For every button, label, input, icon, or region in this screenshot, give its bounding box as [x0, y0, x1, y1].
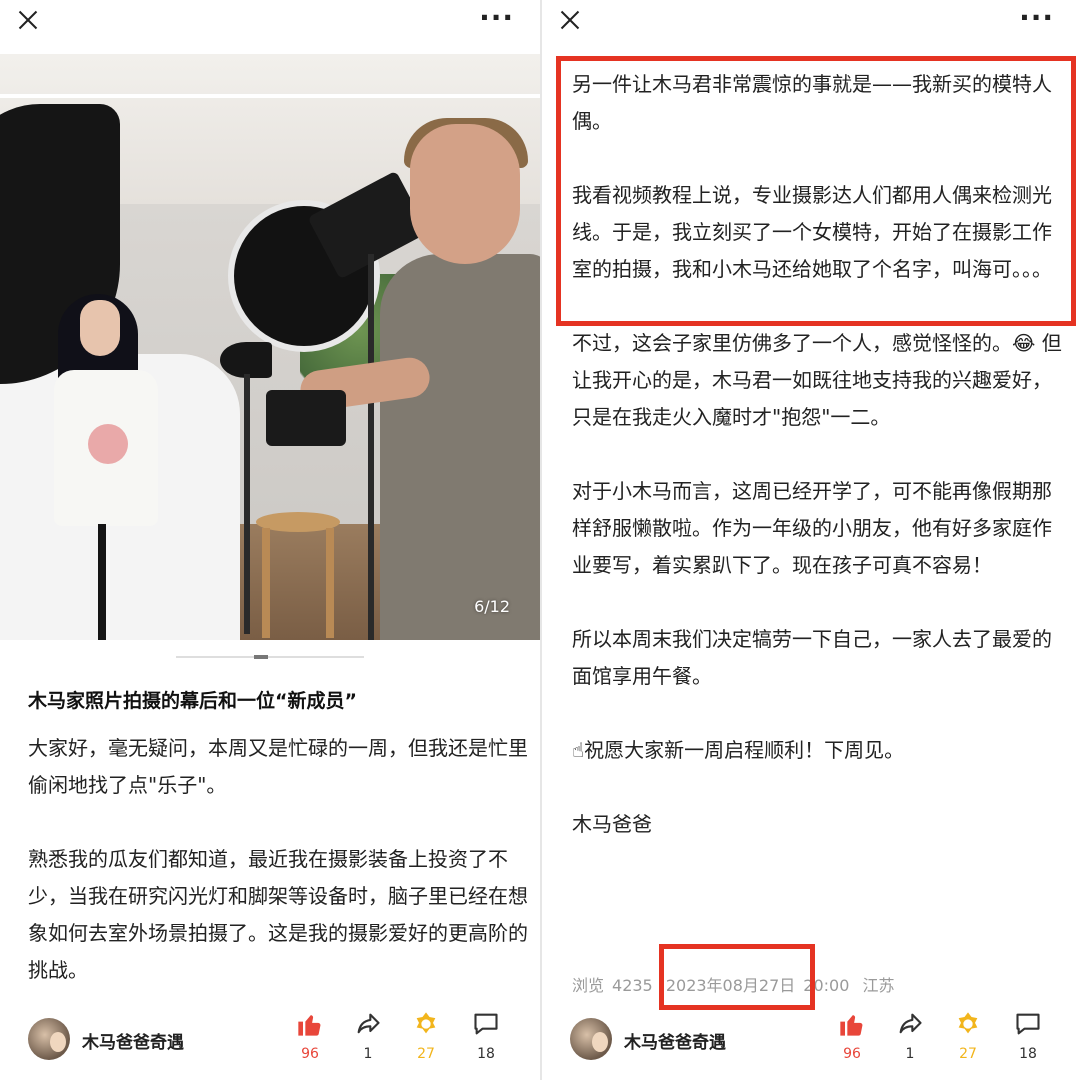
- article-title: 木马家照片拍摄的幕后和一位“新成员”: [28, 690, 357, 712]
- avatar[interactable]: [570, 1018, 612, 1060]
- paragraph: 对于小木马而言，这周已经开学了，可不能再像假期那样舒服懒散啦。作为一年级的小朋友…: [572, 479, 1052, 577]
- left-panel: ··· 6/12 木马家照片拍摄的幕后和一位“新成员” 大家好，毫无疑问，本周又…: [0, 0, 540, 1080]
- share-count: 1: [905, 1046, 915, 1062]
- thumb-up-icon: [832, 1010, 872, 1042]
- right-panel: ··· 另一件让木马君非常震惊的事就是——我新买的模特人偶。 我看视频教程上说，…: [540, 0, 1080, 1080]
- paragraph: 另一件让木马君非常震惊的事就是——我新买的模特人偶。: [572, 72, 1052, 133]
- paragraph: 大家好，毫无疑问，本周又是忙碌的一周，但我还是忙里偷闲地找了点"乐子"。: [28, 736, 528, 797]
- publish-date: 2023年08月27日: [665, 976, 796, 995]
- close-icon[interactable]: [556, 6, 584, 34]
- share-icon: [348, 1010, 388, 1042]
- coin-icon: [948, 1010, 988, 1042]
- article-photo[interactable]: 6/12: [0, 54, 540, 640]
- article-meta: 浏览 4235 2023年08月27日 20:00 江苏: [572, 972, 903, 996]
- author-name[interactable]: 木马爸爸奇遇: [624, 1028, 726, 1053]
- signature: 木马爸爸: [572, 812, 652, 836]
- close-icon[interactable]: [14, 6, 42, 34]
- views-label: 浏览: [572, 976, 605, 995]
- like-count: 96: [843, 1046, 861, 1062]
- paragraph: ☝祝愿大家新一周启程顺利！下周见。: [572, 738, 905, 762]
- like-button[interactable]: 96: [832, 1010, 872, 1062]
- avatar[interactable]: [28, 1018, 70, 1060]
- location: 江苏: [862, 976, 895, 995]
- paragraph: 不过，这会子家里仿佛多了一个人，感觉怪怪的。😂 但让我开心的是，木马君一如既往地…: [572, 331, 1062, 429]
- share-button[interactable]: 1: [348, 1010, 388, 1062]
- coin-button[interactable]: 27: [948, 1010, 988, 1062]
- coin-icon: [406, 1010, 446, 1042]
- paragraph: 熟悉我的瓜友们都知道，最近我在摄影装备上投资了不少，当我在研究闪光灯和脚架等设备…: [28, 847, 528, 982]
- more-icon[interactable]: ···: [1019, 4, 1054, 32]
- like-count: 96: [301, 1046, 319, 1062]
- share-count: 1: [363, 1046, 373, 1062]
- author-name[interactable]: 木马爸爸奇遇: [82, 1028, 184, 1053]
- publish-time: 20:00: [803, 976, 850, 995]
- comment-button[interactable]: 18: [1008, 1010, 1048, 1062]
- paragraph: 我看视频教程上说，专业摄影达人们都用人偶来检测光线。于是，我立刻买了一个女模特，…: [572, 183, 1052, 281]
- bottom-action-bar: 木马爸爸奇遇 96 1 27 18: [542, 1000, 1080, 1080]
- comment-icon: [466, 1010, 506, 1042]
- comment-icon: [1008, 1010, 1048, 1042]
- photo-scroll-thumb: [254, 655, 268, 659]
- article-body-right: 另一件让木马君非常震惊的事就是——我新买的模特人偶。 我看视频教程上说，专业摄影…: [572, 66, 1068, 880]
- comment-count: 18: [1019, 1046, 1037, 1062]
- coin-count: 27: [959, 1046, 977, 1062]
- coin-count: 27: [417, 1046, 435, 1062]
- views-count: 4235: [612, 976, 653, 995]
- bottom-action-bar: 木马爸爸奇遇 96 1 27 18: [0, 1000, 540, 1080]
- paragraph: 所以本周末我们决定犒劳一下自己，一家人去了最爱的面馆享用午餐。: [572, 627, 1052, 688]
- thumb-up-icon: [290, 1010, 330, 1042]
- coin-button[interactable]: 27: [406, 1010, 446, 1062]
- comment-count: 18: [477, 1046, 495, 1062]
- comment-button[interactable]: 18: [466, 1010, 506, 1062]
- like-button[interactable]: 96: [290, 1010, 330, 1062]
- article-body-left: 大家好，毫无疑问，本周又是忙碌的一周，但我还是忙里偷闲地找了点"乐子"。 熟悉我…: [28, 730, 528, 1026]
- share-icon: [890, 1010, 930, 1042]
- photo-scroll-track: [176, 656, 364, 658]
- more-icon[interactable]: ···: [479, 4, 514, 32]
- photo-page-indicator: 6/12: [474, 597, 510, 616]
- share-button[interactable]: 1: [890, 1010, 930, 1062]
